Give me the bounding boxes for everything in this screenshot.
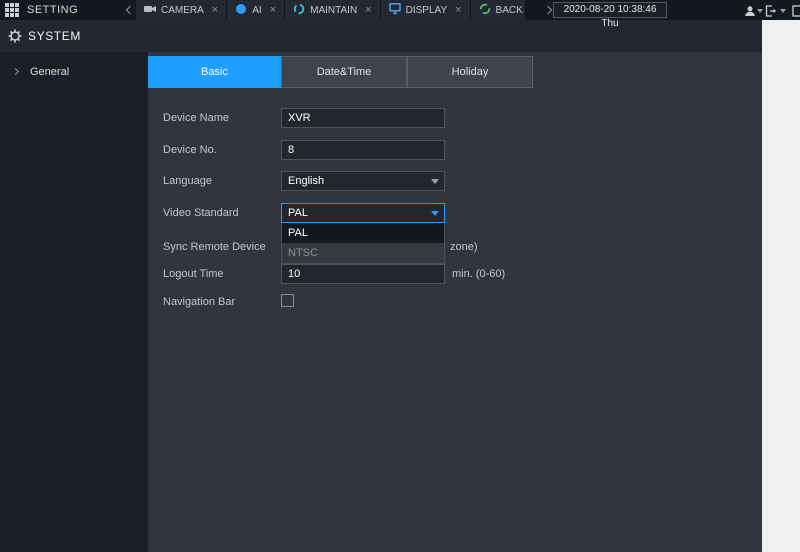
tab-holiday[interactable]: Holiday bbox=[407, 56, 533, 88]
language-select-value: English bbox=[288, 175, 325, 187]
logout-time-input[interactable] bbox=[281, 264, 445, 284]
tab-backup[interactable]: BACK bbox=[470, 0, 526, 20]
user-account-icon[interactable] bbox=[744, 4, 756, 22]
tab-ai[interactable]: AI × bbox=[227, 0, 286, 20]
open-tabs-strip: CAMERA × AI × MAINTAIN × DISPLAY × BACK bbox=[136, 0, 526, 20]
device-name-input[interactable] bbox=[281, 108, 445, 128]
chevron-right-icon bbox=[11, 67, 20, 76]
tab-camera[interactable]: CAMERA × bbox=[136, 0, 228, 20]
ai-icon bbox=[235, 3, 247, 18]
navigation-bar-label: Navigation Bar bbox=[163, 296, 236, 308]
system-datetime: 2020-08-20 10:38:46 Thu bbox=[553, 2, 667, 29]
video-standard-dropdown: PAL NTSC bbox=[281, 223, 445, 264]
tab-display[interactable]: DISPLAY × bbox=[380, 0, 471, 20]
main-content: Basic Date&Time Holiday Device Name Devi… bbox=[148, 52, 762, 552]
device-name-label: Device Name bbox=[163, 112, 230, 124]
language-label: Language bbox=[163, 175, 212, 187]
tab-label: MAINTAIN bbox=[310, 4, 358, 16]
tab-basic[interactable]: Basic bbox=[148, 56, 281, 88]
setting-menu-label[interactable]: SETTING bbox=[27, 0, 78, 20]
device-no-label: Device No. bbox=[163, 144, 217, 156]
navigation-bar-checkbox[interactable] bbox=[281, 294, 294, 307]
dropdown-option-ntsc[interactable]: NTSC bbox=[282, 243, 444, 263]
page-title: SYSTEM bbox=[28, 29, 81, 43]
backup-icon bbox=[479, 3, 491, 18]
tab-label: DISPLAY bbox=[405, 4, 448, 16]
chevron-down-icon bbox=[431, 211, 439, 216]
sidebar-item-general[interactable]: General bbox=[0, 62, 148, 82]
page-background-strip bbox=[762, 20, 800, 552]
tab-date-time[interactable]: Date&Time bbox=[281, 56, 407, 88]
chevron-down-icon bbox=[431, 179, 439, 184]
user-menu-caret-icon[interactable] bbox=[757, 9, 763, 13]
camera-icon bbox=[144, 4, 156, 17]
sync-remote-device-label: Sync Remote Device bbox=[163, 241, 266, 253]
video-standard-select-value: PAL bbox=[288, 207, 308, 219]
fullscreen-icon[interactable] bbox=[792, 4, 800, 22]
maintain-icon bbox=[293, 3, 305, 18]
tab-close-icon[interactable]: × bbox=[365, 4, 371, 16]
logout-time-unit: min. (0-60) bbox=[452, 268, 506, 280]
tab-maintain[interactable]: MAINTAIN × bbox=[285, 0, 381, 20]
tab-label: BACK bbox=[495, 4, 523, 16]
section-header: SYSTEM bbox=[0, 20, 762, 52]
logout-menu-caret-icon[interactable] bbox=[780, 9, 786, 13]
tab-close-icon[interactable]: × bbox=[212, 4, 218, 16]
logout-icon[interactable] bbox=[765, 4, 777, 22]
top-bar: SETTING CAMERA × AI × MAINTAIN × DISPLAY… bbox=[0, 0, 800, 29]
tab-scroll-right-icon[interactable] bbox=[543, 5, 553, 15]
sync-remote-note: zone) bbox=[450, 241, 478, 253]
tab-label: CAMERA bbox=[161, 4, 204, 16]
tab-scroll-left-icon[interactable] bbox=[125, 5, 135, 15]
device-no-input[interactable] bbox=[281, 140, 445, 160]
tab-close-icon[interactable]: × bbox=[270, 4, 276, 16]
video-standard-select[interactable]: PAL bbox=[281, 203, 445, 223]
apps-grid-icon[interactable] bbox=[5, 3, 19, 22]
settings-window: SETTING CAMERA × AI × MAINTAIN × DISPLAY… bbox=[0, 0, 800, 552]
language-select[interactable]: English bbox=[281, 171, 445, 191]
sidebar: General bbox=[0, 52, 148, 552]
video-standard-label: Video Standard bbox=[163, 207, 239, 219]
sidebar-item-label: General bbox=[30, 66, 70, 78]
logout-time-label: Logout Time bbox=[163, 268, 224, 280]
display-icon bbox=[388, 3, 401, 17]
dropdown-option-pal[interactable]: PAL bbox=[282, 223, 444, 243]
tab-label: AI bbox=[252, 4, 262, 16]
tab-close-icon[interactable]: × bbox=[455, 4, 461, 16]
gear-icon bbox=[8, 29, 22, 48]
